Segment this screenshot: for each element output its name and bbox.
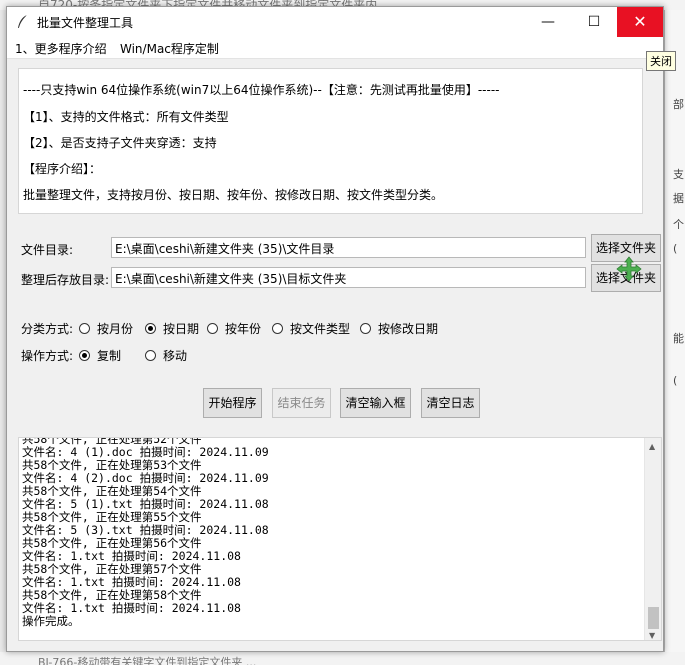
operation-move-radio[interactable]: 移动 xyxy=(145,347,187,364)
radio-circle xyxy=(360,323,371,334)
radio-circle-selected xyxy=(79,350,90,361)
log-line: 操作完成。 xyxy=(22,614,80,628)
radio-label: 复制 xyxy=(97,349,122,363)
radio-circle xyxy=(272,323,283,334)
operation-copy-radio[interactable]: 复制 xyxy=(79,347,121,364)
radio-circle xyxy=(207,323,218,334)
classify-by-date-radio[interactable]: 按日期 xyxy=(145,320,199,337)
info-line: 批量整理文件，支持按月份、按日期、按年份、按修改日期、按文件类型分类。 xyxy=(23,188,444,202)
title-bar[interactable]: 批量文件整理工具 — ☐ ✕ xyxy=(7,7,663,37)
classify-by-modified-radio[interactable]: 按修改日期 xyxy=(360,320,438,337)
info-panel: ----只支持win 64位操作系统(win7以上64位操作系统)--【注意：先… xyxy=(18,68,643,214)
radio-label: 移动 xyxy=(163,349,188,363)
radio-label: 按月份 xyxy=(97,322,134,336)
menu-bar: 1、更多程序介绍 Win/Mac程序定制 xyxy=(7,37,663,59)
scroll-up-icon[interactable]: ▲ xyxy=(649,442,655,451)
background-char: ( xyxy=(673,242,678,255)
clear-input-button[interactable]: 清空输入框 xyxy=(340,388,411,418)
log-output[interactable]: 共58个文件, 正在处理第52个文件 文件名: 4 (1).doc 拍摄时间: 2… xyxy=(18,437,662,641)
target-dir-input[interactable]: E:\桌面\ceshi\新建文件夹 (35)\目标文件夹 xyxy=(111,267,586,288)
source-dir-label: 文件目录: xyxy=(21,243,74,257)
background-char: 能 xyxy=(673,332,684,345)
source-dir-input[interactable]: E:\桌面\ceshi\新建文件夹 (35)\文件目录 xyxy=(111,237,586,258)
radio-circle xyxy=(79,323,90,334)
close-button[interactable]: ✕ xyxy=(617,7,663,37)
start-button[interactable]: 开始程序 xyxy=(203,388,262,418)
main-window: 批量文件整理工具 — ☐ ✕ 1、更多程序介绍 Win/Mac程序定制 ----… xyxy=(6,6,664,652)
background-window-right: 部 支 据 个 ( 能 ( xyxy=(664,10,685,652)
menu-item-more-programs[interactable]: 1、更多程序介绍 xyxy=(15,40,107,57)
radio-label: 按文件类型 xyxy=(290,322,351,336)
move-cursor-icon xyxy=(616,256,642,282)
clear-log-button[interactable]: 清空日志 xyxy=(421,388,480,418)
scroll-down-icon[interactable]: ▼ xyxy=(649,631,655,640)
scroll-thumb[interactable] xyxy=(648,607,659,629)
classify-by-year-radio[interactable]: 按年份 xyxy=(207,320,261,337)
background-char: ( xyxy=(673,374,678,387)
radio-circle-selected xyxy=(145,323,156,334)
background-char: 个 xyxy=(673,218,684,231)
stop-button[interactable]: 结束任务 xyxy=(272,388,331,418)
target-dir-label: 整理后存放目录: xyxy=(21,273,110,287)
background-window-bottom-text: BJ-766-移动带有关键字文件到指定文件夹 ... xyxy=(38,656,257,665)
info-line: ----只支持win 64位操作系统(win7以上64位操作系统)--【注意：先… xyxy=(23,83,500,97)
log-lines: 共58个文件, 正在处理第52个文件 文件名: 4 (1).doc 拍摄时间: 2… xyxy=(22,438,269,628)
background-char: 部 xyxy=(673,98,684,111)
log-scrollbar[interactable]: ▲ ▼ xyxy=(644,438,661,640)
close-tooltip: 关闭 xyxy=(646,51,676,71)
radio-label: 按修改日期 xyxy=(378,322,439,336)
radio-label: 按年份 xyxy=(225,322,262,336)
radio-circle xyxy=(145,350,156,361)
minimize-button[interactable]: — xyxy=(525,7,571,37)
classify-by-type-radio[interactable]: 按文件类型 xyxy=(272,320,350,337)
radio-label: 按日期 xyxy=(163,322,200,336)
background-char: 据 xyxy=(673,192,684,205)
window-title: 批量文件整理工具 xyxy=(37,16,134,30)
info-line: 【程序介绍】： xyxy=(23,162,102,176)
classify-label: 分类方式: xyxy=(21,322,74,336)
info-line: 【2】、是否支持子文件夹穿透：支持 xyxy=(23,136,217,150)
background-char: 支 xyxy=(673,168,684,181)
operation-label: 操作方式: xyxy=(21,349,74,363)
maximize-button[interactable]: ☐ xyxy=(571,7,617,37)
menu-item-custom-programs[interactable]: Win/Mac程序定制 xyxy=(120,40,219,57)
info-line: 【1】、支持的文件格式：所有文件类型 xyxy=(23,110,229,124)
classify-by-month-radio[interactable]: 按月份 xyxy=(79,320,133,337)
feather-icon xyxy=(18,14,28,29)
